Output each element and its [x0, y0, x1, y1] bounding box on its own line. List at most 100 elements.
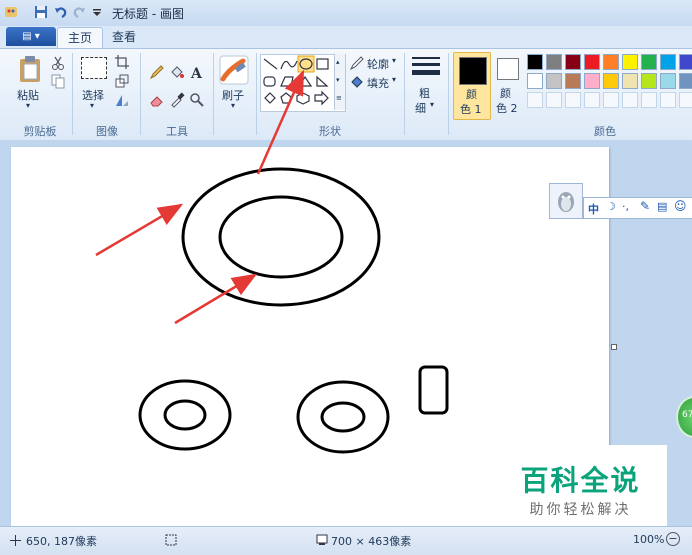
qq-avatar[interactable] [549, 183, 583, 219]
title-bar: 无标题 - 画图 [0, 0, 692, 27]
palette-swatch[interactable] [679, 54, 692, 70]
palette-swatch[interactable] [622, 54, 638, 70]
scroll-up-icon[interactable]: ▴ [336, 58, 340, 66]
pencil-icon[interactable] [149, 64, 165, 80]
custom-color-slot[interactable] [641, 92, 657, 108]
eraser-icon[interactable] [149, 92, 165, 108]
brush-dropdown-icon[interactable]: ▾ [231, 101, 235, 110]
palette-swatch[interactable] [641, 73, 657, 89]
palette-swatch[interactable] [660, 73, 676, 89]
brush-icon[interactable] [219, 55, 249, 85]
copy-icon[interactable] [50, 73, 66, 89]
qq-ime-toolbar[interactable]: 中 ☽ ·, ✎ ▤ ☺ [549, 183, 692, 219]
undo-icon[interactable] [54, 5, 68, 19]
paste-dropdown-icon[interactable]: ▾ [26, 101, 30, 110]
shapes-gallery-icons[interactable] [261, 55, 345, 111]
ime-mode-button[interactable]: 中 [588, 201, 599, 217]
outline-dropdown-icon[interactable]: ▾ [392, 56, 396, 65]
palette-swatch[interactable] [603, 73, 619, 89]
palette-swatch[interactable] [527, 54, 543, 70]
color2-label-1: 颜 [500, 87, 511, 100]
custom-color-slot[interactable] [584, 92, 600, 108]
color-picker-icon[interactable] [169, 92, 185, 108]
size-dropdown-icon[interactable]: ▾ [430, 100, 434, 109]
floating-badge-text: 67 [682, 410, 692, 420]
status-bar: 650, 187像素 700 × 463像素 100% − [0, 526, 692, 555]
custom-color-slot[interactable] [603, 92, 619, 108]
file-menu-button[interactable]: ▤ ▾ [6, 27, 56, 46]
clipboard-icon[interactable]: ▤ [657, 200, 667, 213]
custom-color-slot[interactable] [660, 92, 676, 108]
palette-swatch[interactable] [679, 73, 692, 89]
palette-swatch[interactable] [584, 54, 600, 70]
paste-icon[interactable] [18, 55, 44, 83]
outline-label[interactable]: 轮廓 [367, 56, 389, 72]
palette-swatch[interactable] [527, 73, 543, 89]
fill-dropdown-icon[interactable]: ▾ [392, 75, 396, 84]
shapes-group-label: 形状 [319, 125, 341, 138]
customize-quick-access-icon[interactable] [90, 5, 104, 19]
custom-color-slot[interactable] [622, 92, 638, 108]
wrench-icon[interactable]: ✎ [640, 199, 650, 213]
color1-button[interactable]: 颜 色 1 [453, 52, 491, 120]
palette-swatch[interactable] [565, 73, 581, 89]
tab-view[interactable]: 查看 [102, 27, 146, 47]
canvas-resize-handle[interactable] [611, 344, 617, 350]
separator [72, 53, 73, 135]
magnifier-icon[interactable] [189, 92, 205, 108]
outline-icon[interactable] [349, 55, 365, 71]
clipboard-group-label: 剪贴板 [23, 125, 57, 138]
fill-bucket-icon[interactable] [169, 64, 185, 80]
ring-left-inner [163, 399, 207, 431]
scroll-down-icon[interactable]: ▾ [336, 76, 340, 84]
ribbon-tabs: ▤ ▾ 主页 查看 [0, 26, 692, 48]
crop-icon[interactable] [114, 54, 130, 70]
tools-group-label: 工具 [166, 125, 188, 138]
select-icon[interactable] [81, 57, 107, 79]
palette-swatch[interactable] [546, 54, 562, 70]
custom-color-slot[interactable] [546, 92, 562, 108]
fill-icon[interactable] [349, 74, 365, 90]
fill-label[interactable]: 填充 [367, 75, 389, 91]
separator [448, 53, 449, 135]
smiley-icon[interactable]: ☺ [674, 199, 687, 213]
color1-label-2: 色 1 [460, 103, 482, 116]
custom-color-slot[interactable] [527, 92, 543, 108]
shapes-scroll[interactable]: ▴ ▾ ≡ [334, 54, 345, 110]
palette-swatch[interactable] [641, 54, 657, 70]
custom-color-slot[interactable] [679, 92, 692, 108]
palette-swatch[interactable] [565, 54, 581, 70]
zoom-out-button[interactable]: − [666, 532, 680, 546]
qq-toolbar-buttons: 中 ☽ ·, ✎ ▤ ☺ [583, 197, 692, 219]
svg-text:A: A [190, 66, 203, 80]
size-label-1[interactable]: 粗 [419, 85, 430, 101]
image-group-label: 图像 [96, 125, 118, 138]
half-width-icon[interactable]: ☽ [606, 200, 616, 213]
separator [256, 53, 257, 135]
separator [140, 53, 141, 135]
text-icon[interactable]: A [189, 64, 205, 80]
color-palette [527, 54, 692, 110]
penguin-icon [558, 192, 574, 212]
watermark-title: 百科全说 [520, 464, 641, 497]
custom-color-slot[interactable] [565, 92, 581, 108]
select-dropdown-icon[interactable]: ▾ [90, 101, 94, 110]
tab-home[interactable]: 主页 [57, 27, 104, 48]
palette-swatch[interactable] [546, 73, 562, 89]
color2-swatch [497, 58, 519, 80]
color2-button[interactable]: 颜 色 2 [494, 52, 522, 118]
size-label-2[interactable]: 细 [415, 100, 426, 116]
rotate-icon[interactable] [114, 92, 130, 108]
resize-icon[interactable] [114, 73, 130, 89]
punctuation-icon[interactable]: ·, [622, 200, 629, 213]
color2-label-2: 色 2 [496, 102, 518, 115]
gallery-expand-icon[interactable]: ≡ [336, 94, 342, 102]
redo-icon[interactable] [72, 5, 86, 19]
palette-swatch[interactable] [622, 73, 638, 89]
palette-swatch[interactable] [603, 54, 619, 70]
palette-swatch[interactable] [584, 73, 600, 89]
palette-swatch[interactable] [660, 54, 676, 70]
save-icon[interactable] [34, 5, 48, 19]
size-icon[interactable] [412, 57, 440, 79]
cut-icon[interactable] [50, 55, 66, 71]
